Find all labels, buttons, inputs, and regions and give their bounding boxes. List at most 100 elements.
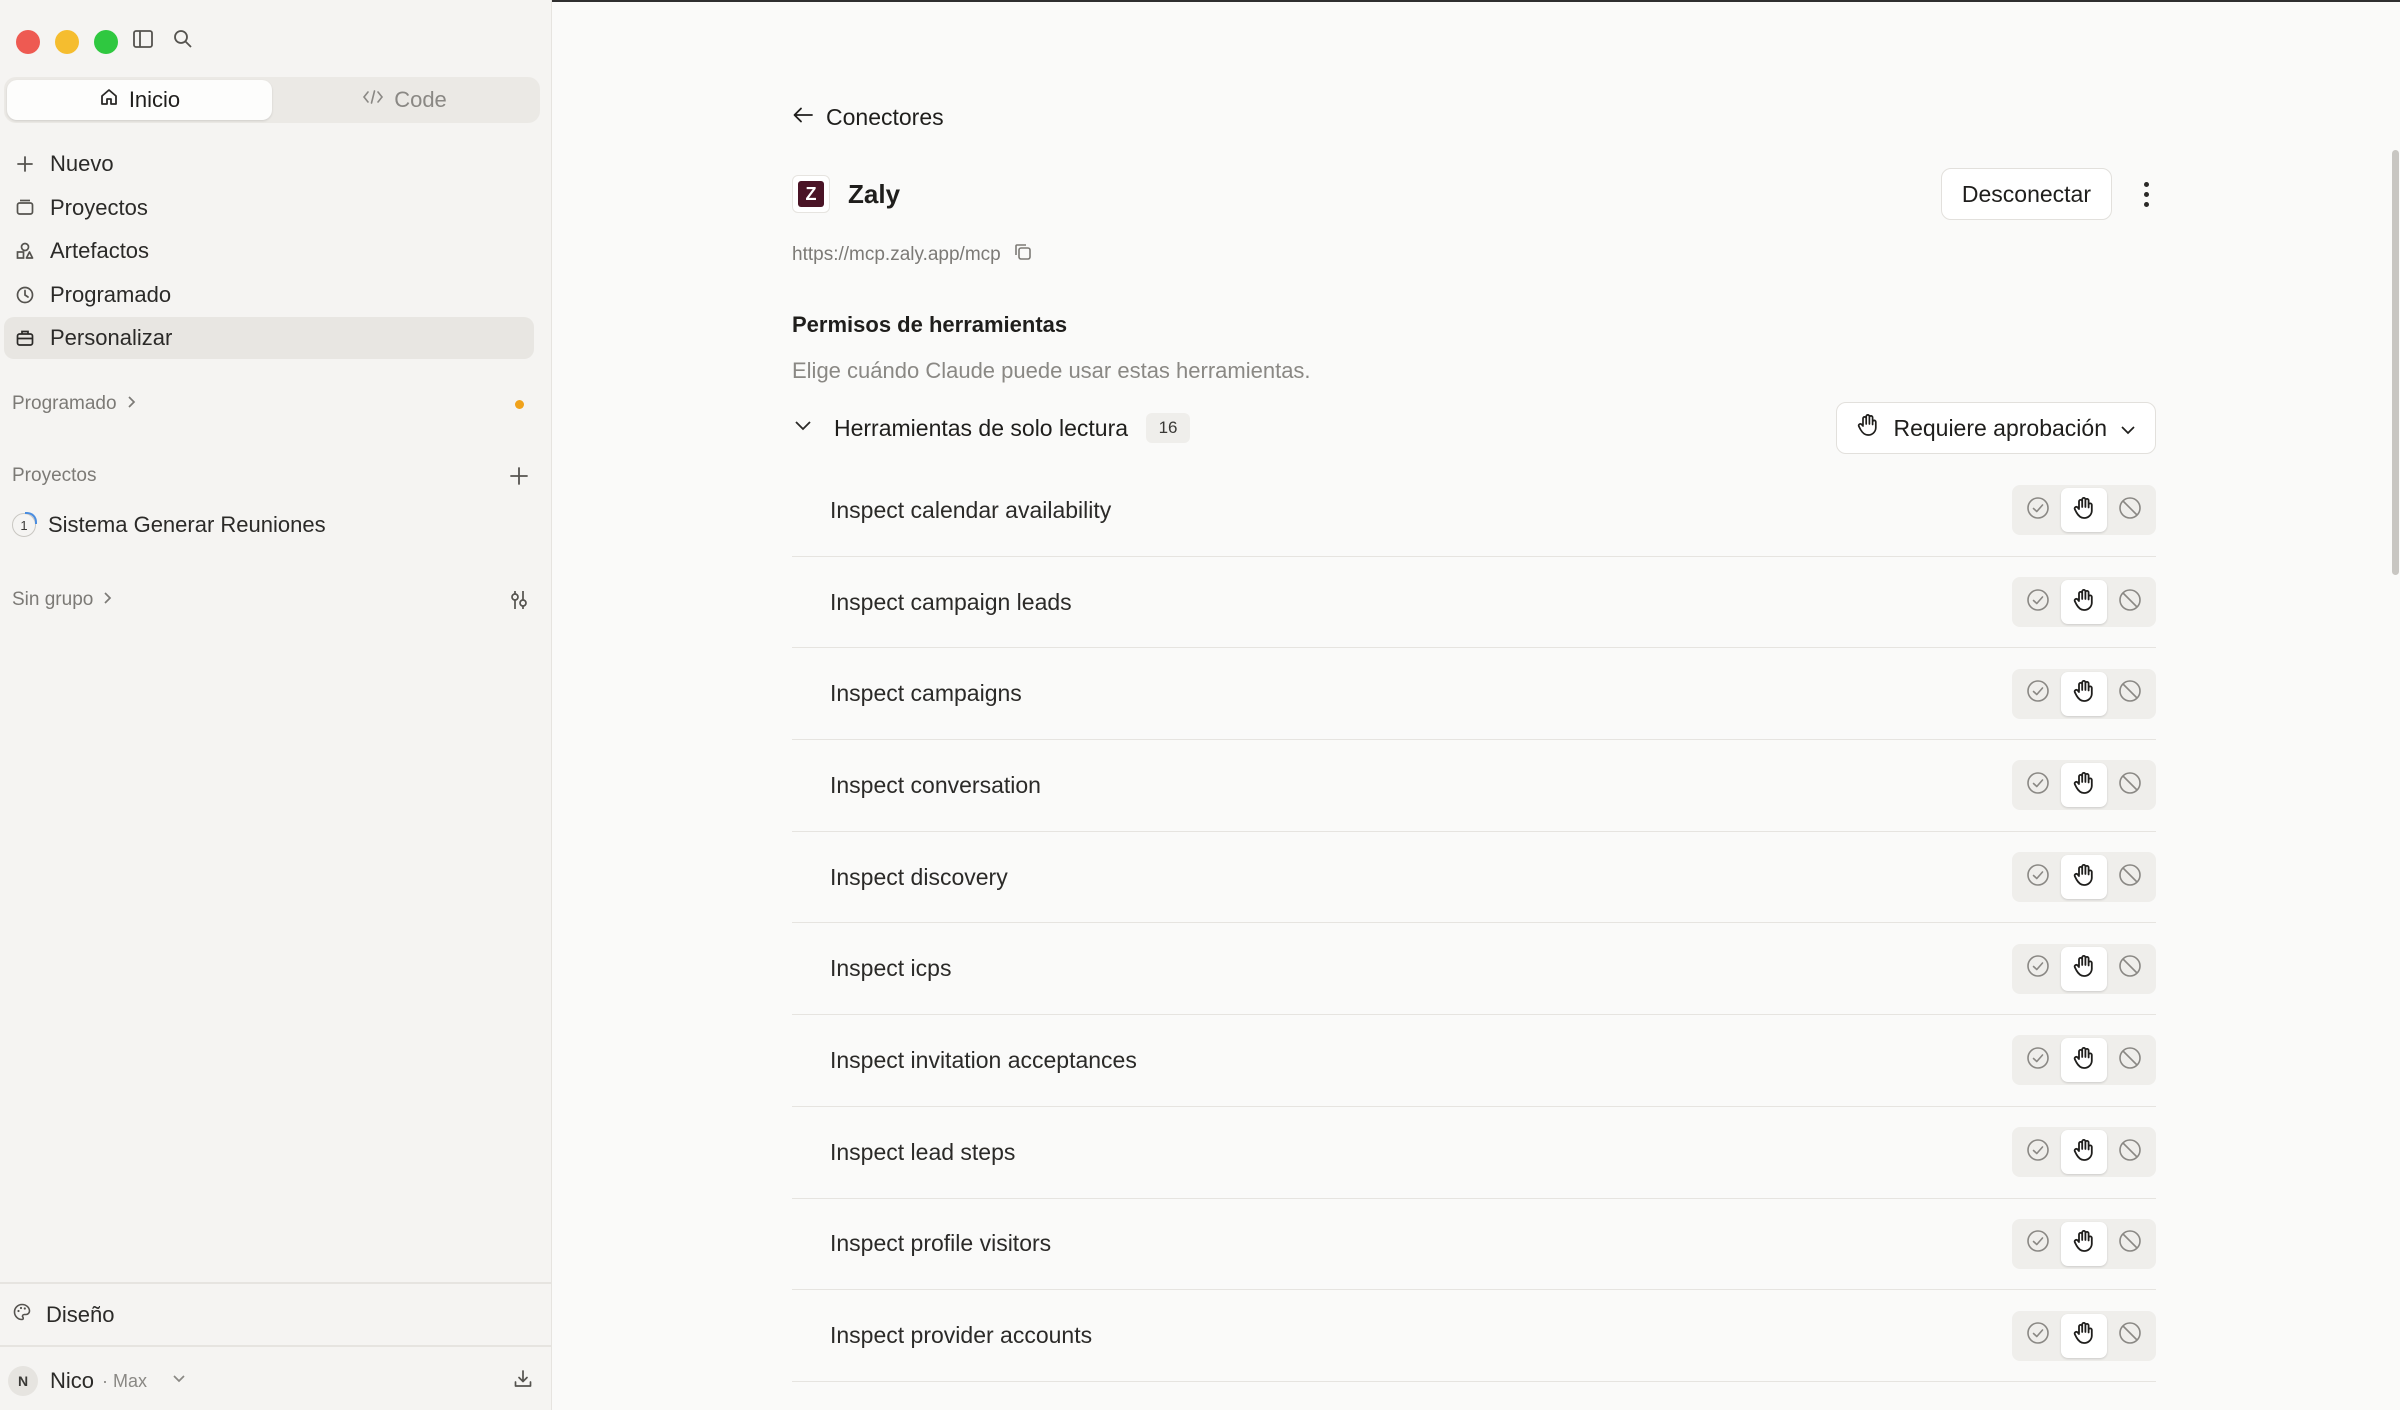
sidebar-item-proyectos[interactable]: Proyectos — [4, 187, 534, 229]
always-allow-button[interactable] — [2015, 488, 2061, 532]
section-label: Sin grupo — [12, 589, 94, 610]
copy-icon[interactable] — [1013, 242, 1033, 268]
hand-icon — [2071, 495, 2097, 526]
block-icon — [2117, 587, 2143, 618]
tool-row: Inspect invitation acceptances — [792, 1015, 2156, 1107]
block-button[interactable] — [2107, 855, 2153, 899]
arrow-left-icon — [792, 104, 814, 131]
block-button[interactable] — [2107, 488, 2153, 532]
zoom-window-button[interactable] — [94, 30, 118, 54]
always-allow-button[interactable] — [2015, 672, 2061, 716]
require-approval-button[interactable] — [2061, 855, 2107, 900]
sidebar-item-personalizar[interactable]: Personalizar — [4, 317, 534, 359]
hand-icon — [2071, 862, 2097, 893]
projects-section-header: Proyectos — [12, 465, 530, 487]
always-allow-button[interactable] — [2015, 1130, 2061, 1174]
block-icon — [2117, 1045, 2143, 1076]
disconnect-button[interactable]: Desconectar — [1940, 168, 2112, 220]
plus-icon — [14, 153, 36, 175]
scheduled-section-header[interactable]: Programado — [12, 393, 530, 415]
sidebar-item-programado[interactable]: Programado — [4, 274, 534, 316]
block-icon — [2117, 1228, 2143, 1259]
design-button[interactable]: Diseño — [12, 1302, 114, 1328]
block-icon — [2117, 953, 2143, 984]
scrollbar[interactable] — [2390, 150, 2400, 575]
back-label: Conectores — [826, 104, 944, 130]
sidebar-item-label: Programado — [50, 281, 172, 307]
chevron-down-icon — [171, 1372, 187, 1390]
hand-icon — [2071, 1320, 2097, 1351]
divider — [0, 1282, 552, 1284]
code-icon — [362, 87, 384, 113]
tool-name: Inspect conversation — [830, 771, 1041, 798]
chevron-down-icon[interactable] — [792, 418, 814, 439]
tool-list: Inspect calendar availability Inspect cam… — [792, 465, 2156, 1382]
tab-inicio[interactable]: Inicio — [7, 80, 272, 120]
require-approval-button[interactable] — [2061, 946, 2107, 991]
block-button[interactable] — [2107, 672, 2153, 716]
tab-code[interactable]: Code — [272, 80, 537, 120]
tool-group-title: Herramientas de solo lectura — [834, 414, 1129, 441]
tool-row: Inspect conversation — [792, 740, 2156, 832]
app-window: Inicio Code Nuevo Proyectos Artefactos P… — [0, 0, 2400, 1410]
permissions-description: Elige cuándo Claude puede usar estas her… — [792, 358, 1311, 383]
tool-row: Inspect calendar availability — [792, 465, 2156, 557]
always-allow-button[interactable] — [2015, 580, 2061, 624]
avatar: N — [8, 1366, 38, 1396]
filter-settings-button[interactable] — [508, 588, 530, 612]
require-approval-button[interactable] — [2061, 488, 2107, 533]
always-allow-button[interactable] — [2015, 1038, 2061, 1082]
block-button[interactable] — [2107, 763, 2153, 807]
require-approval-button[interactable] — [2061, 1130, 2107, 1175]
permissions-title: Permisos de herramientas — [792, 312, 1068, 337]
block-button[interactable] — [2107, 947, 2153, 991]
tool-row: Inspect campaign leads — [792, 557, 2156, 649]
back-to-connectors-link[interactable]: Conectores — [792, 104, 944, 131]
tool-name: Inspect icps — [830, 955, 952, 982]
folder-icon — [14, 197, 36, 219]
add-project-button[interactable] — [508, 465, 530, 487]
search-icon[interactable] — [172, 28, 194, 50]
sidebar-toggle-icon[interactable] — [132, 28, 154, 50]
tool-permission-toggle — [2012, 1035, 2156, 1086]
tool-name: Inspect provider accounts — [830, 1322, 1093, 1349]
always-allow-button[interactable] — [2015, 763, 2061, 807]
block-button[interactable] — [2107, 580, 2153, 624]
require-approval-button[interactable] — [2061, 1221, 2107, 1266]
check-circle-icon — [2025, 1228, 2051, 1259]
require-approval-button[interactable] — [2061, 580, 2107, 625]
sidebar-item-label: Proyectos — [50, 194, 148, 220]
require-approval-button[interactable] — [2061, 763, 2107, 808]
window-controls — [16, 30, 118, 54]
block-button[interactable] — [2107, 1130, 2153, 1174]
always-allow-button[interactable] — [2015, 1222, 2061, 1266]
always-allow-button[interactable] — [2015, 1314, 2061, 1358]
require-approval-button[interactable] — [2061, 1313, 2107, 1358]
download-button[interactable] — [512, 1368, 534, 1395]
always-allow-button[interactable] — [2015, 947, 2061, 991]
more-options-icon[interactable] — [2136, 181, 2156, 207]
block-button[interactable] — [2107, 1222, 2153, 1266]
check-circle-icon — [2025, 862, 2051, 893]
sidebar-item-artefactos[interactable]: Artefactos — [4, 230, 534, 272]
close-window-button[interactable] — [16, 30, 40, 54]
sidebar-item-nuevo[interactable]: Nuevo — [4, 143, 534, 185]
project-item[interactable]: 1 Sistema Generar Reuniones — [12, 512, 326, 538]
tool-permission-toggle — [2012, 668, 2156, 719]
chevron-down-icon — [2119, 415, 2137, 442]
block-icon — [2117, 1137, 2143, 1168]
group-permission-dropdown[interactable]: Requiere aprobación — [1836, 402, 2156, 454]
tool-row: Inspect icps — [792, 923, 2156, 1016]
minimize-window-button[interactable] — [55, 30, 79, 54]
require-approval-button[interactable] — [2061, 1038, 2107, 1083]
ungrouped-section-header[interactable]: Sin grupo — [12, 588, 530, 612]
require-approval-button[interactable] — [2061, 671, 2107, 716]
hand-icon — [1855, 412, 1881, 444]
block-button[interactable] — [2107, 1038, 2153, 1082]
scrollbar-thumb[interactable] — [2392, 150, 2399, 575]
status-indicator — [515, 399, 530, 409]
window-toolbar — [132, 28, 194, 50]
block-button[interactable] — [2107, 1314, 2153, 1358]
always-allow-button[interactable] — [2015, 855, 2061, 899]
user-menu[interactable]: N Nico · Max — [8, 1366, 534, 1396]
